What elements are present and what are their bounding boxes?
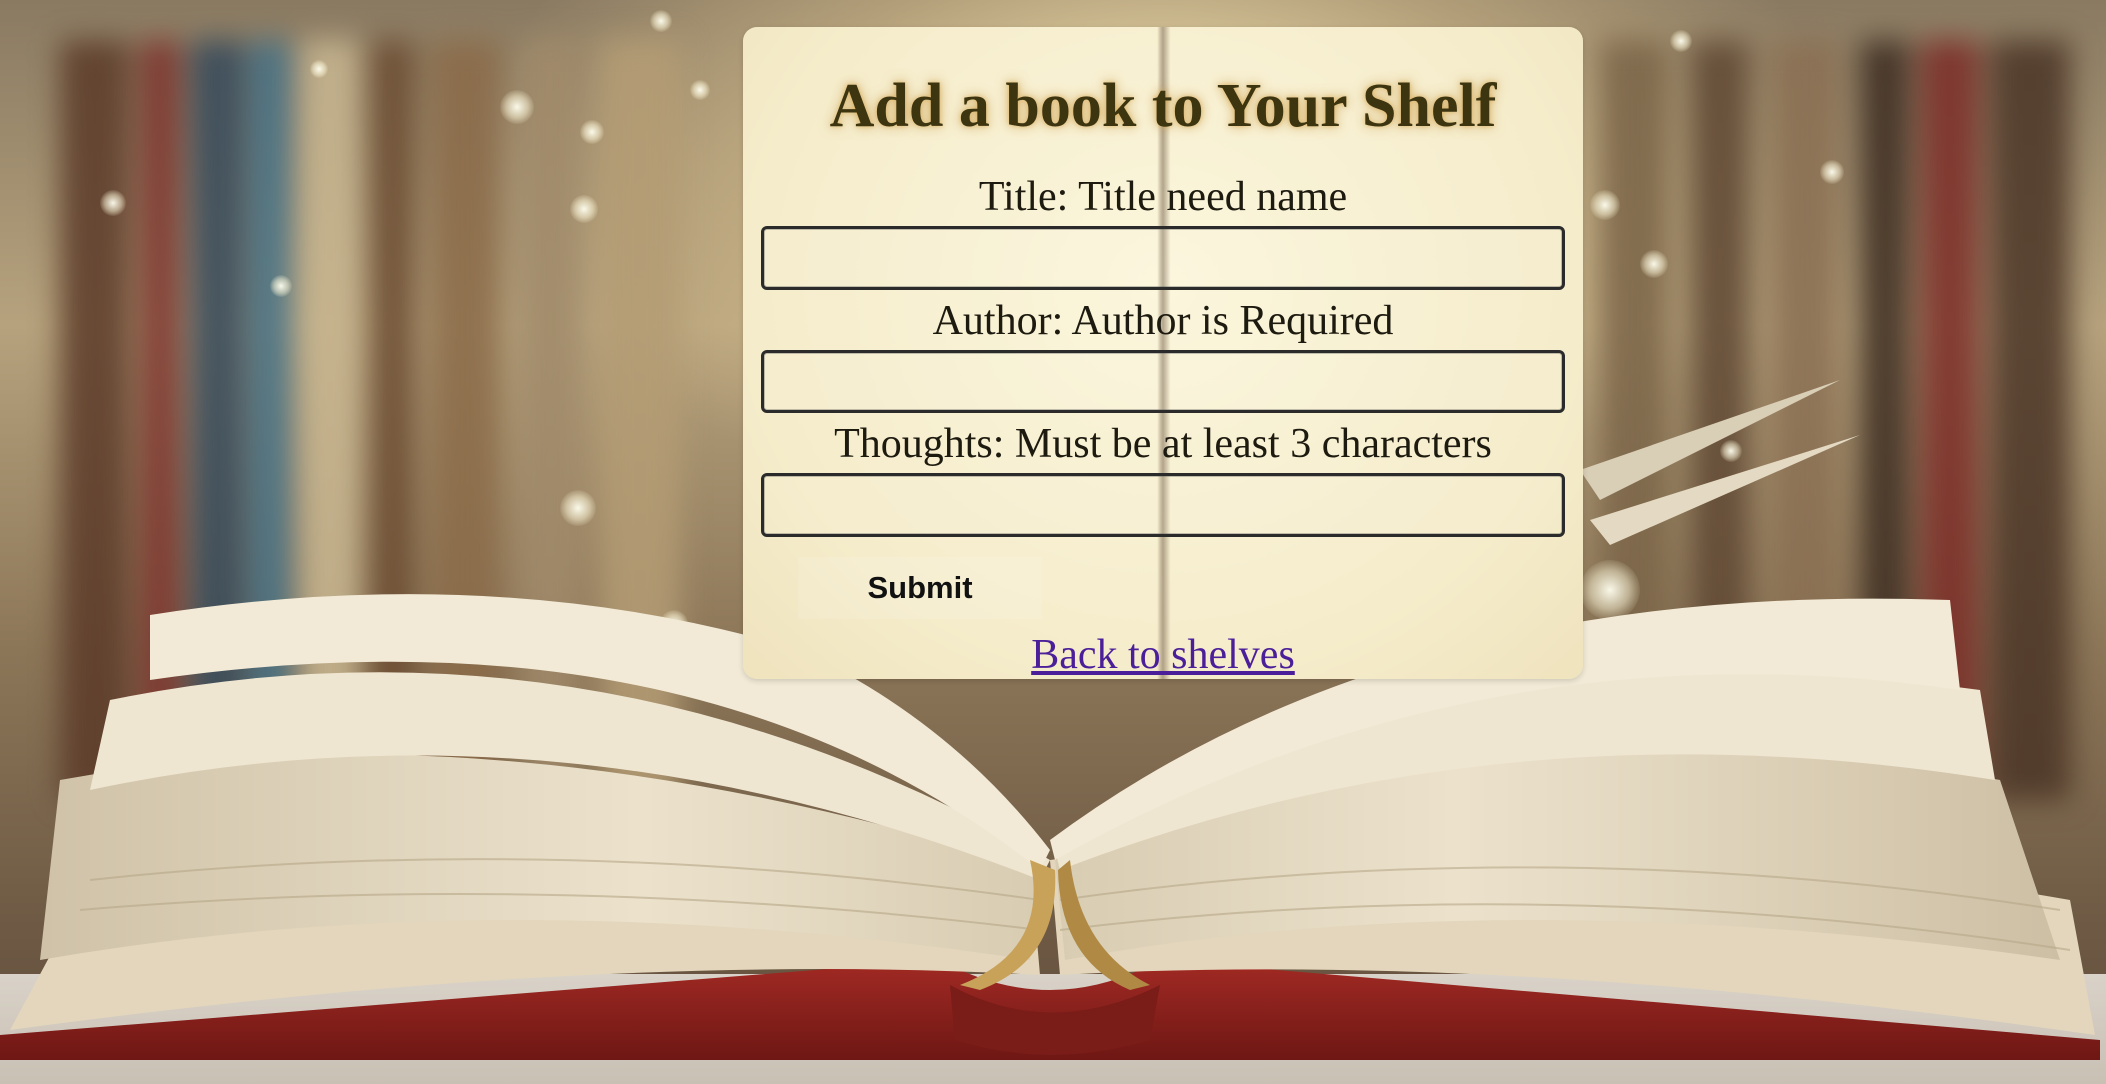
thoughts-label: Thoughts: Must be at least 3 characters <box>834 423 1492 465</box>
add-book-form: Add a book to Your Shelf Title: Title ne… <box>743 27 1583 679</box>
title-input[interactable] <box>761 226 1565 290</box>
author-input[interactable] <box>761 349 1565 414</box>
author-label-text: Author: <box>932 297 1064 344</box>
submit-button[interactable]: Submit <box>798 557 1042 620</box>
submit-row: Submit <box>761 557 1565 620</box>
author-label: Author: Author is Required <box>933 300 1394 342</box>
add-book-card: Add a book to Your Shelf Title: Title ne… <box>743 27 1583 679</box>
title-label: Title: Title need name <box>979 176 1347 218</box>
thoughts-input[interactable] <box>761 473 1565 538</box>
title-error-message: Title need name <box>1078 174 1348 220</box>
thoughts-error-message: Must be at least 3 characters <box>1014 421 1492 468</box>
title-label-text: Title: <box>978 174 1069 220</box>
back-to-shelves-link[interactable]: Back to shelves <box>1031 631 1295 679</box>
page-title: Add a book to Your Shelf <box>829 72 1497 140</box>
author-error-message: Author is Required <box>1071 297 1394 344</box>
thoughts-label-text: Thoughts: <box>834 421 1005 468</box>
